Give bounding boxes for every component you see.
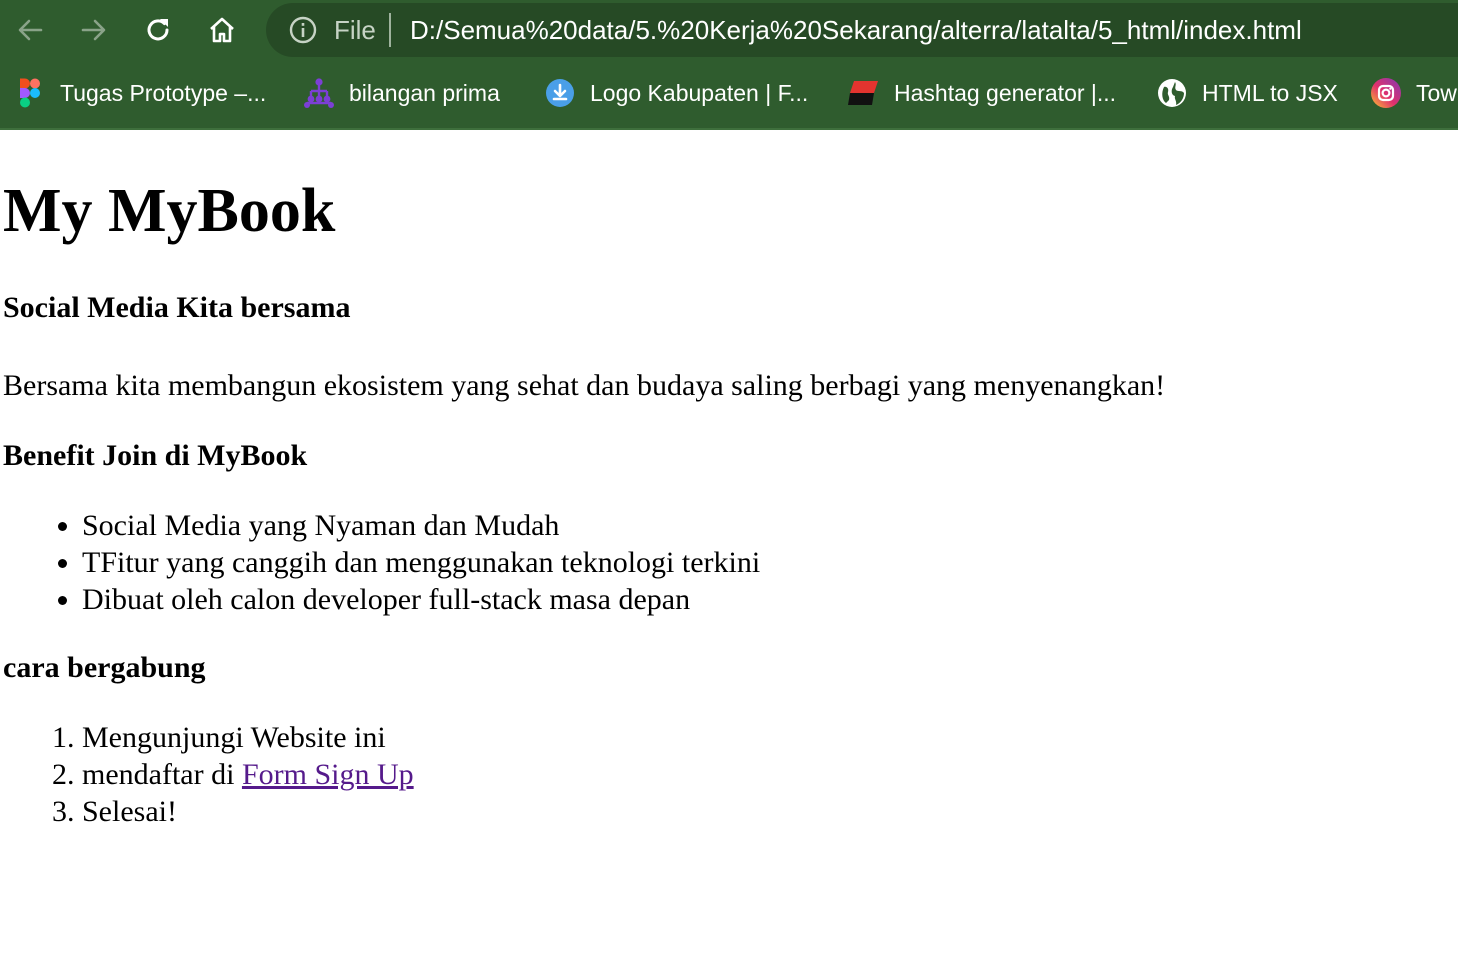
back-button[interactable] <box>10 10 50 50</box>
list-item: Dibuat oleh calon developer full-stack m… <box>82 581 760 618</box>
page-title: My MyBook <box>3 177 336 245</box>
back-arrow-icon <box>15 15 45 45</box>
bookmark-logo-kabupaten[interactable]: Logo Kabupaten | F... <box>544 76 808 110</box>
browser-chrome: File D:/Semua%20data/5.%20Kerja%20Sekara… <box>0 0 1458 130</box>
bookmark-label: Hashtag generator |... <box>894 79 1117 106</box>
list-item: Social Media yang Nyaman dan Mudah <box>82 507 760 544</box>
globe-icon <box>1156 77 1188 109</box>
bookmark-label: Tugas Prototype –... <box>60 79 267 106</box>
flag-stripes-icon <box>848 77 880 109</box>
lead-paragraph: Bersama kita membangun ekosistem yang se… <box>3 369 1166 402</box>
download-icon <box>544 77 576 109</box>
benefits-list: Social Media yang Nyaman dan Mudah TFitu… <box>3 507 760 618</box>
url-text[interactable]: D:/Semua%20data/5.%20Kerja%20Sekarang/al… <box>410 14 1302 46</box>
signup-form-link[interactable]: Form Sign Up <box>242 758 414 791</box>
list-item: Mengunjungi Website ini <box>82 719 414 756</box>
join-heading: cara bergabung <box>3 651 206 684</box>
bookmark-bilangan-prima[interactable]: bilangan prima <box>303 76 500 110</box>
info-icon[interactable] <box>288 15 318 45</box>
benefits-heading: Benefit Join di MyBook <box>3 439 308 472</box>
list-item: TFitur yang canggih dan menggunakan tekn… <box>82 544 760 581</box>
bookmark-tugas-prototype[interactable]: Tugas Prototype –... <box>14 76 266 110</box>
browser-toolbar: File D:/Semua%20data/5.%20Kerja%20Sekara… <box>0 0 1458 60</box>
hierarchy-icon <box>303 77 335 109</box>
list-item: mendaftar di Form Sign Up <box>82 756 414 793</box>
home-button[interactable] <box>202 10 242 50</box>
bookmark-label: Tow <box>1416 79 1457 106</box>
bookmark-label: Logo Kabupaten | F... <box>590 79 809 106</box>
home-icon <box>207 15 237 45</box>
address-divider <box>389 13 391 47</box>
url-scheme-label: File <box>334 15 376 45</box>
list-item: Selesai! <box>82 793 414 830</box>
instagram-icon <box>1370 77 1402 109</box>
bookmark-label: HTML to JSX <box>1202 79 1338 106</box>
forward-arrow-icon <box>79 15 109 45</box>
bookmarks-bar: Tugas Prototype –... bilangan prima Logo… <box>0 62 1458 126</box>
step-text: mendaftar di <box>82 758 242 791</box>
bookmark-html-to-jsx[interactable]: HTML to JSX <box>1156 76 1338 110</box>
figma-icon <box>14 77 46 109</box>
steps-list: Mengunjungi Website ini mendaftar di For… <box>3 719 414 830</box>
reload-button[interactable] <box>138 10 178 50</box>
reload-icon <box>143 15 173 45</box>
subtitle-heading: Social Media Kita bersama <box>3 291 351 324</box>
bookmark-label: bilangan prima <box>349 79 500 106</box>
bookmark-tow[interactable]: Tow <box>1370 76 1457 110</box>
bookmark-hashtag-generator[interactable]: Hashtag generator |... <box>848 76 1116 110</box>
forward-button[interactable] <box>74 10 114 50</box>
